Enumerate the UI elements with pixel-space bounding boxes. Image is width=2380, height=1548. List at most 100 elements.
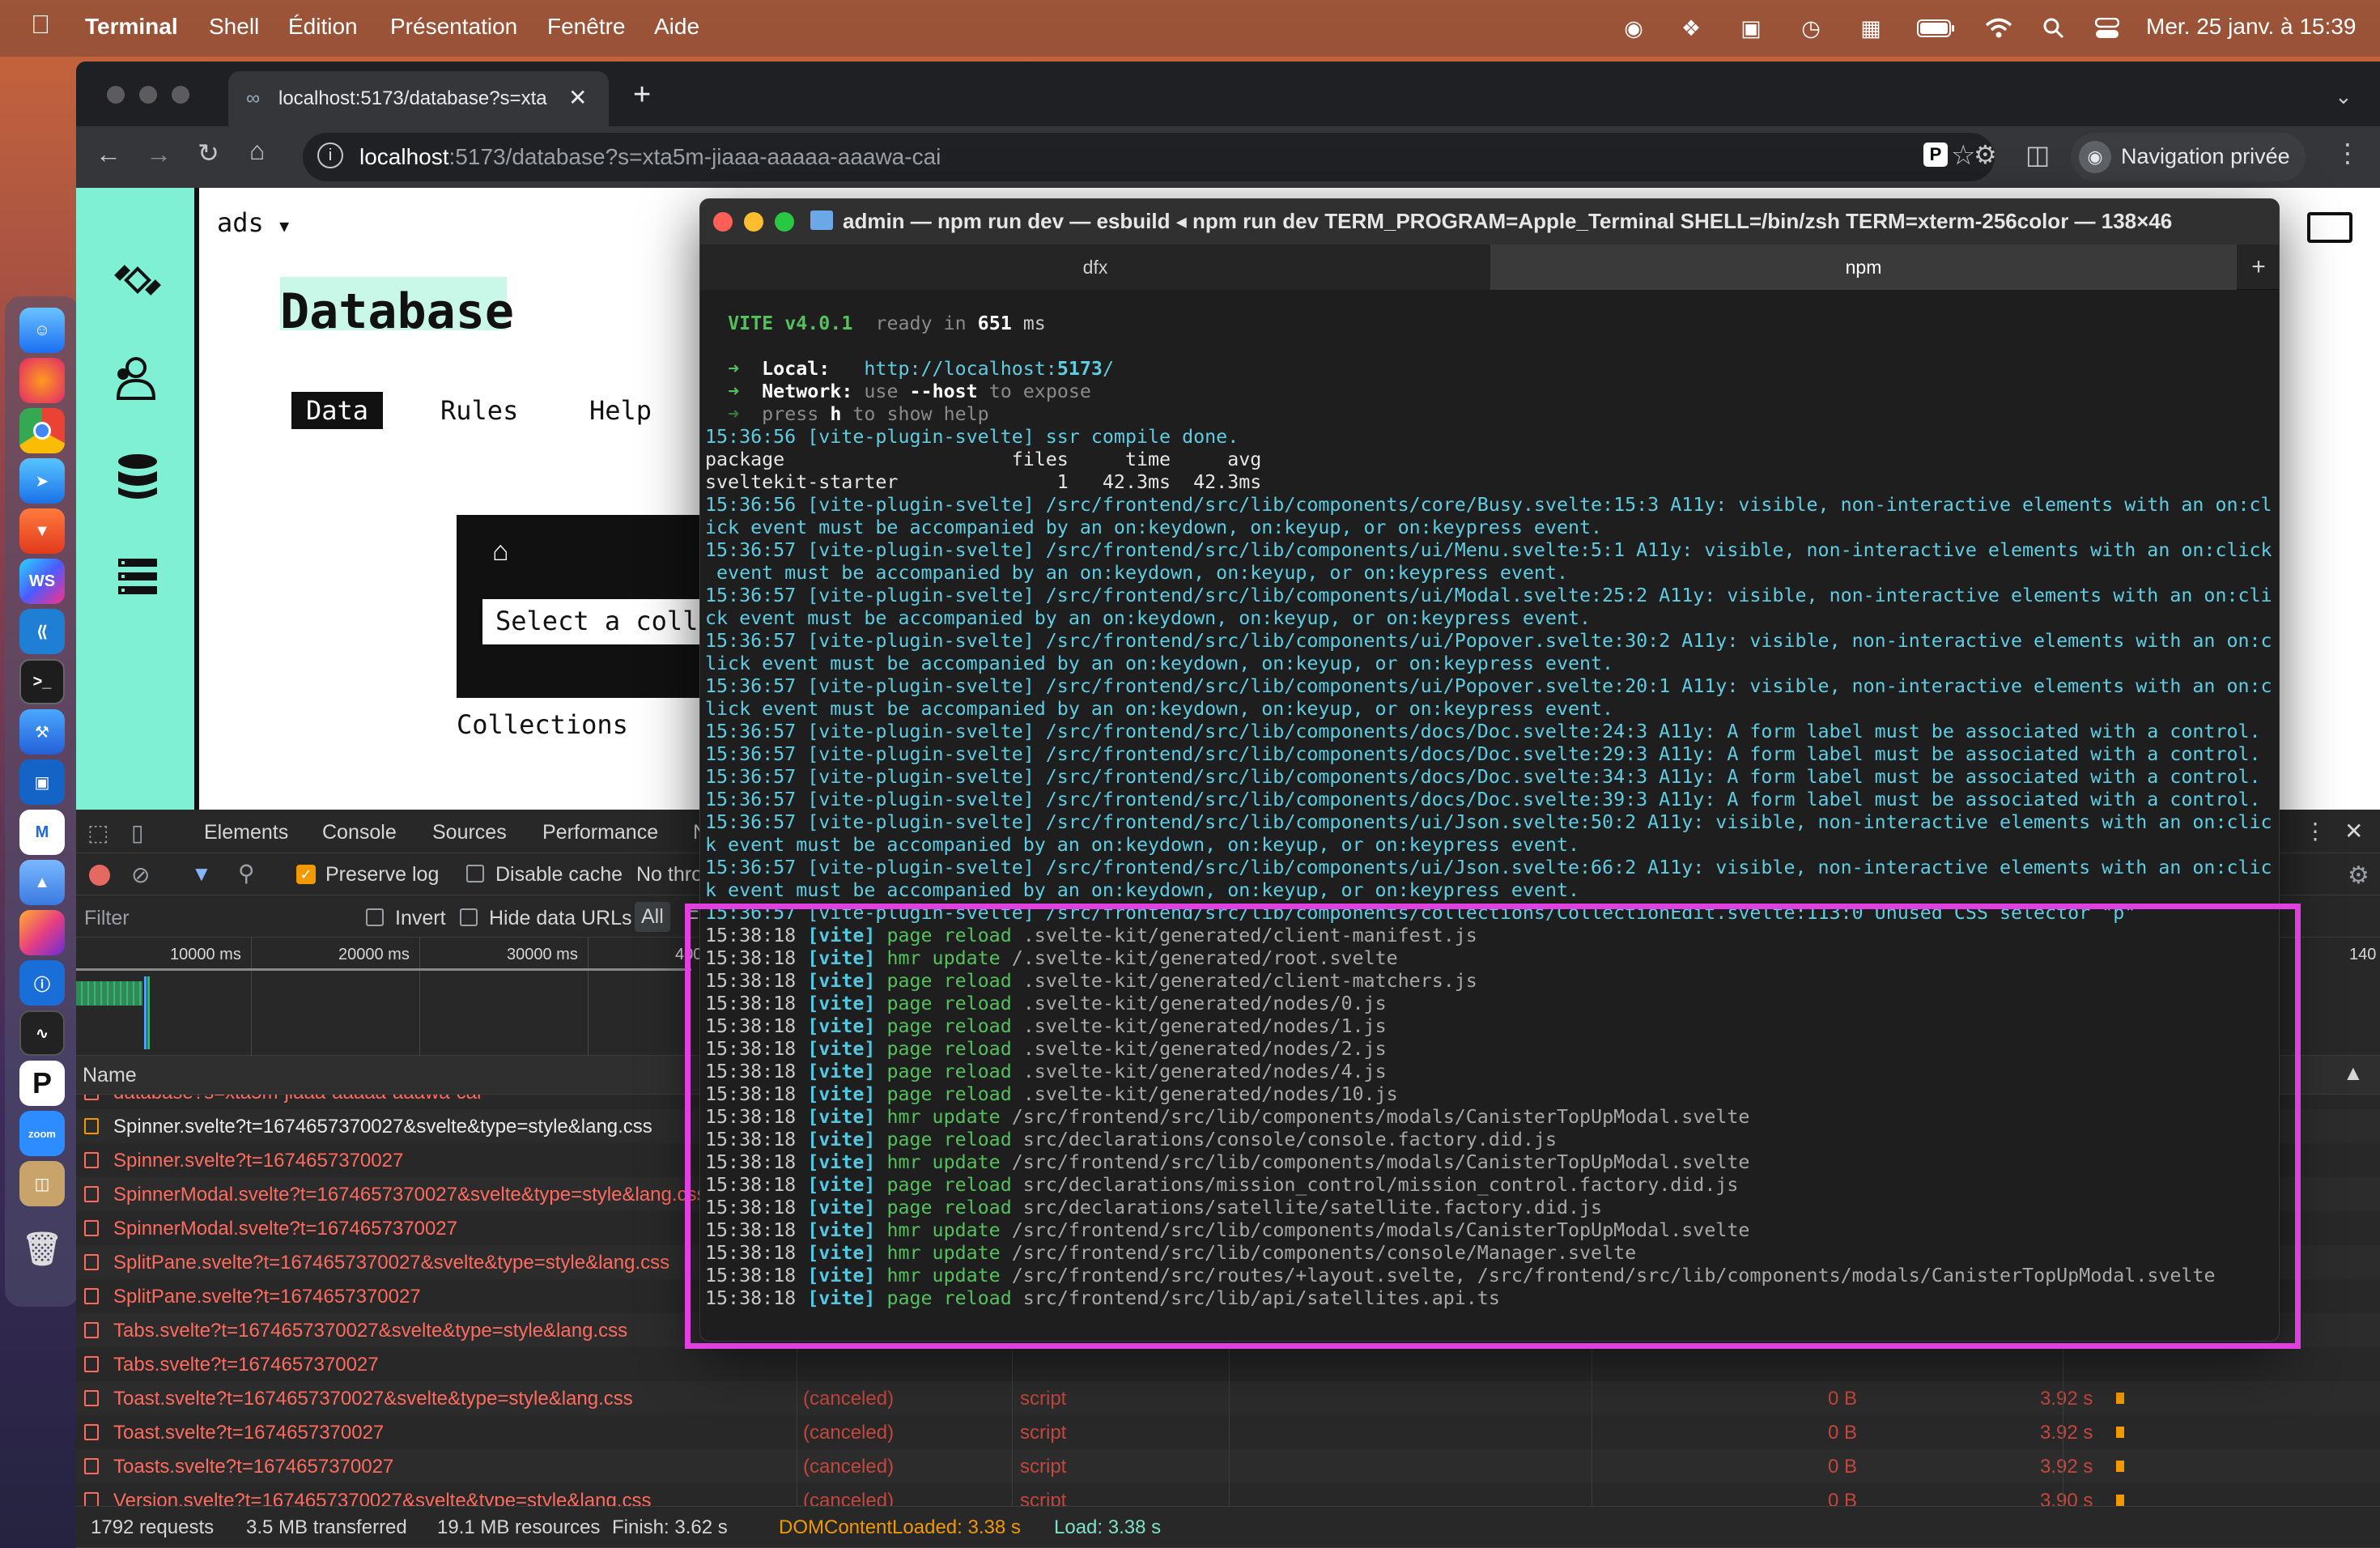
network-row[interactable]: Version.svelte?t=1674657370027&svelte&ty… <box>76 1483 2380 1506</box>
extension-p-icon[interactable]: P <box>1923 142 1948 167</box>
control-center-icon[interactable] <box>2092 13 2123 44</box>
archive-utility-icon[interactable]: ◫ <box>19 1161 65 1206</box>
tab-help[interactable]: Help <box>589 395 652 426</box>
filter-input[interactable]: Filter <box>84 907 343 930</box>
window-minimize-button[interactable] <box>139 86 157 104</box>
tab-data[interactable]: Data <box>291 392 384 429</box>
clear-icon[interactable]: ⊘ <box>131 861 150 888</box>
webstorm-icon[interactable]: WS <box>19 559 65 604</box>
filter-all-button[interactable]: All <box>635 902 670 932</box>
tab-close-icon[interactable]: ✕ <box>568 84 587 111</box>
terminal-tab-dfx[interactable]: dfx <box>700 245 1490 290</box>
menu-shell[interactable]: Shell <box>209 14 259 40</box>
terminal-output[interactable]: VITE v4.0.1 ready in 651 ms ➜ Local: htt… <box>705 290 2276 1341</box>
filter-funnel-icon[interactable]: ▼ <box>191 861 212 887</box>
invert-checkbox[interactable] <box>366 908 384 926</box>
dropbox-icon[interactable]: ❖ <box>1676 13 1706 44</box>
docker-icon[interactable]: ▣ <box>19 759 65 805</box>
terminal-zoom-button[interactable] <box>775 212 794 232</box>
forward-icon[interactable]: → <box>146 139 172 169</box>
local-url[interactable]: http://localhost:5173/ <box>864 358 1114 380</box>
chrome-menu-icon[interactable]: ⋮ <box>2335 138 2361 168</box>
disable-cache-checkbox[interactable] <box>466 865 484 882</box>
devtools-tab-console[interactable]: Console <box>322 821 397 844</box>
mail-icon[interactable]: M <box>19 810 65 855</box>
keyboard-icon[interactable] <box>2307 212 2352 243</box>
battery-icon[interactable] <box>1915 13 1957 44</box>
devtools-menu-icon[interactable]: ⋮ <box>2304 818 2327 844</box>
devtools-tab-sources[interactable]: Sources <box>432 821 507 844</box>
site-info-icon[interactable]: i <box>317 142 343 168</box>
tab-rules[interactable]: Rules <box>440 395 518 426</box>
users-icon[interactable] <box>108 350 167 408</box>
finder-icon[interactable]: ☺ <box>19 308 65 353</box>
time-machine-icon[interactable]: ◷ <box>1796 13 1826 44</box>
database-icon[interactable] <box>108 449 167 507</box>
new-tab-icon[interactable]: + <box>633 78 651 113</box>
figma-icon[interactable] <box>19 910 65 955</box>
terminal-tab-npm[interactable]: npm <box>1490 245 2237 290</box>
tab-search-chevron-icon[interactable]: ⌄ <box>2335 84 2352 109</box>
back-icon[interactable]: ← <box>96 139 121 169</box>
devtools-close-icon[interactable]: ✕ <box>2344 818 2363 844</box>
terminal-icon[interactable]: >_ <box>19 659 65 704</box>
terminal-minimize-button[interactable] <box>744 212 763 232</box>
reload-icon[interactable]: ↻ <box>198 138 219 168</box>
spotlight-search-icon[interactable] <box>2038 13 2069 44</box>
apple-icon[interactable]:  <box>31 10 50 40</box>
bookmark-star-icon[interactable]: ☆ <box>1951 139 1975 172</box>
hide-data-urls-checkbox[interactable] <box>460 908 478 926</box>
safari-icon[interactable]: ➤ <box>19 458 65 504</box>
preserve-log-checkbox[interactable]: ✓ <box>296 865 316 884</box>
network-row[interactable]: Tabs.svelte?t=1674657370027 <box>76 1347 2380 1381</box>
network-row[interactable]: Toast.svelte?t=1674657370027 (canceled) sc… <box>76 1415 2380 1449</box>
private-browsing-button[interactable]: ◉ Navigation privée <box>2071 133 2306 181</box>
vscode-icon[interactable]: ⟪ <box>19 609 65 654</box>
home-breadcrumb-icon[interactable]: ⌂ <box>492 536 509 568</box>
menubar-clock[interactable]: Mer. 25 janv. à 15:39 <box>2146 14 2356 40</box>
sort-up-icon[interactable]: ▲ <box>2343 1061 2364 1086</box>
terminal-new-tab-icon[interactable]: + <box>2237 245 2279 290</box>
menu-edition[interactable]: Édition <box>288 14 358 40</box>
screen-share-icon[interactable]: ▣ <box>1736 13 1766 44</box>
menubar-app-name[interactable]: Terminal <box>85 14 178 40</box>
device-toolbar-icon[interactable]: ▯ <box>131 819 143 846</box>
menu-presentation[interactable]: Présentation <box>390 14 517 40</box>
window-zoom-button[interactable] <box>172 86 189 104</box>
wifi-icon[interactable] <box>1983 13 2014 44</box>
side-panel-icon[interactable]: ◫ <box>2025 139 2050 170</box>
home-icon[interactable]: ⌂ <box>249 136 265 166</box>
brave-icon[interactable]: ▼ <box>19 508 65 554</box>
record-icon[interactable] <box>89 865 110 886</box>
column-name-header[interactable]: Name <box>83 1064 137 1087</box>
inspect-element-icon[interactable]: ⬚ <box>87 819 108 846</box>
xcode-icon[interactable]: ⚒ <box>19 709 65 755</box>
address-bar[interactable]: i localhost:5173/database?s=xta5m-jiaaa-… <box>303 133 1995 181</box>
satellite-icon[interactable] <box>108 251 167 309</box>
calendar-icon[interactable]: ▦ <box>1855 13 1886 44</box>
devtools-tab-performance[interactable]: Performance <box>542 821 658 844</box>
affinity-icon[interactable]: ▲ <box>19 860 65 905</box>
trash-icon[interactable]: 🗑 <box>19 1226 65 1271</box>
menu-fenetre[interactable]: Fenêtre <box>547 14 626 40</box>
browser-tab[interactable]: ∞ localhost:5173/database?s=xta ✕ <box>228 71 609 126</box>
storage-list-icon[interactable] <box>108 547 167 606</box>
firefox-icon[interactable] <box>19 358 65 403</box>
onepassword-icon[interactable]: ◉ <box>1618 13 1649 44</box>
devtools-tab-elements[interactable]: Elements <box>204 821 288 844</box>
menu-aide[interactable]: Aide <box>654 14 699 40</box>
activity-monitor-icon[interactable]: ∿ <box>19 1010 65 1056</box>
network-row[interactable]: Toast.svelte?t=1674657370027&svelte&type… <box>76 1381 2380 1415</box>
network-row[interactable]: Toasts.svelte?t=1674657370027 (canceled) s… <box>76 1449 2380 1483</box>
onepassword-dock-icon[interactable]: ⓘ <box>19 960 65 1006</box>
network-settings-gear-icon[interactable]: ⚙ <box>2348 861 2369 890</box>
terminal-close-button[interactable] <box>713 212 733 232</box>
pika-icon[interactable]: P <box>19 1061 65 1106</box>
satellite-selector[interactable]: ads ▼ <box>217 207 289 238</box>
throttling-select[interactable]: No thro <box>636 863 703 887</box>
chrome-icon[interactable] <box>19 408 65 453</box>
extensions-puzzle-icon[interactable]: ⚙ <box>1974 139 1997 170</box>
window-close-button[interactable] <box>107 86 125 104</box>
zoom-icon[interactable]: zoom <box>19 1111 65 1156</box>
search-icon[interactable]: ⚲ <box>238 860 255 887</box>
